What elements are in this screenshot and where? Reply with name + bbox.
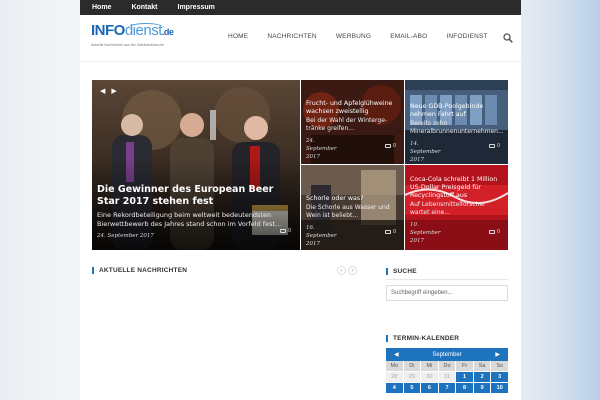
main-post-comment-count: 0 — [288, 228, 292, 234]
post-3-title[interactable]: Schorle oder was? — [306, 195, 400, 203]
comment-icon — [385, 230, 391, 234]
weekday-do: Do — [438, 361, 456, 371]
calendar-next-icon[interactable]: ▶ — [495, 351, 500, 358]
post-1-comments[interactable]: 0 — [385, 143, 396, 149]
news-next-button[interactable]: › — [348, 266, 357, 275]
post-4-title[interactable]: Coca-Cola schreibt 1 Million US-Dollar P… — [410, 176, 504, 200]
event-calendar: ◀ September ▶ Mo Di Mi Do Fr Sa So 28 29… — [386, 348, 508, 393]
nav-werbung[interactable]: WERBUNG — [336, 33, 371, 40]
page: Home Kontakt Impressum INFOdienst.de Akt… — [80, 0, 521, 400]
calendar-day[interactable]: 1 — [456, 372, 473, 382]
comment-icon — [280, 229, 286, 233]
nav-home[interactable]: HOME — [228, 33, 248, 40]
nav-email-abo[interactable]: EMAIL-ABO — [390, 33, 427, 40]
weekday-fr: Fr — [456, 361, 473, 371]
calendar-day[interactable]: 6 — [421, 383, 438, 393]
nav-infodienst[interactable]: INFODIENST — [446, 33, 487, 40]
post-3-date: 16. September 2017 — [306, 225, 337, 247]
comment-icon — [489, 144, 495, 148]
weekday-di: Di — [403, 361, 421, 371]
post-2-comments[interactable]: 0 — [489, 143, 500, 149]
post-3-comment-count: 0 — [393, 229, 397, 235]
slider-next-icon[interactable]: ▶ — [111, 87, 116, 95]
post-1-excerpt: Bei der Wahl der Winterge­tränke greifen… — [306, 117, 388, 132]
slider-prev-icon[interactable]: ◀ — [100, 87, 105, 95]
main-nav: HOME NACHRICHTEN WERBUNG EMAIL-ABO INFOD… — [228, 33, 507, 40]
section-title-calendar: TERMIN-KALENDER — [386, 335, 459, 342]
calendar-header: ◀ September ▶ — [386, 348, 508, 361]
calendar-day: 30 — [421, 372, 438, 382]
calendar-day[interactable]: 8 — [456, 383, 473, 393]
post-4-comment-count: 0 — [497, 229, 501, 235]
calendar-day[interactable]: 10 — [491, 383, 508, 393]
calendar-day[interactable]: 9 — [473, 383, 491, 393]
post-3-comments[interactable]: 0 — [385, 229, 396, 235]
main-post-title[interactable]: Die Gewinner des European Beer Star 2017… — [97, 184, 296, 208]
slider-arrows: ◀ ▶ — [100, 87, 117, 95]
calendar-day[interactable]: 3 — [491, 372, 508, 382]
post-2-date: 14. September 2017 — [410, 141, 441, 163]
logo-swoosh — [127, 23, 165, 34]
weekday-mi: Mi — [421, 361, 438, 371]
main-post-excerpt: Eine Rekordbeteiligung beim weltweit bed… — [97, 211, 282, 228]
slider-main-post[interactable]: ◀ ▶ Die Gewinner des European Beer Star … — [92, 80, 300, 250]
comment-icon — [489, 230, 495, 234]
logo-info: INFO — [91, 22, 125, 39]
logo-tagline: Aktuelle Nachrichten aus der Getränkebra… — [91, 43, 164, 47]
calendar-day: 31 — [438, 372, 456, 382]
calendar-day[interactable]: 4 — [386, 383, 403, 393]
slider-post-3[interactable]: Schorle oder was? Die Schorle aus Wasser… — [301, 165, 404, 250]
header: INFOdienst.de Aktuelle Nachrichten aus d… — [80, 15, 521, 62]
post-1-date: 24. September 2017 — [306, 138, 337, 160]
slider-post-4[interactable]: Coca-Cola schreibt 1 Million US-Dollar P… — [405, 165, 508, 250]
news-prev-button[interactable]: ‹ — [337, 266, 346, 275]
post-2-excerpt: Bereits zehn Mineralbrunnenunternehmen..… — [410, 120, 504, 135]
calendar-day[interactable]: 5 — [403, 383, 421, 393]
section-title-search: SUCHE — [386, 268, 417, 275]
calendar-month: September — [432, 351, 462, 358]
site-logo[interactable]: INFOdienst.de Aktuelle Nachrichten aus d… — [91, 22, 174, 53]
calendar-prev-icon[interactable]: ◀ — [394, 351, 399, 358]
main-post-comments[interactable]: 0 — [280, 228, 291, 234]
topbar-link-kontakt[interactable]: Kontakt — [131, 4, 157, 11]
calendar-day: 29 — [403, 372, 421, 382]
calendar-grid: Mo Di Mi Do Fr Sa So 28 29 30 31 1 2 3 4… — [386, 361, 508, 393]
search-divider — [386, 279, 508, 280]
post-1-title[interactable]: Frucht- und Apfelglühweine wachsen zweis… — [306, 100, 400, 116]
slider-post-1[interactable]: Frucht- und Apfelglühweine wachsen zweis… — [301, 80, 404, 164]
topbar-link-home[interactable]: Home — [92, 4, 111, 11]
news-pager: ‹ › — [337, 266, 357, 275]
post-3-excerpt: Die Schorle aus Wasser und Wein ist beli… — [306, 204, 390, 219]
post-1-comment-count: 0 — [393, 143, 397, 149]
post-2-comment-count: 0 — [497, 143, 501, 149]
post-4-comments[interactable]: 0 — [489, 229, 500, 235]
weekday-sa: Sa — [473, 361, 491, 371]
search-input[interactable]: Suchbegriff eingeben... — [386, 285, 508, 301]
top-bar: Home Kontakt Impressum — [80, 0, 521, 15]
post-4-excerpt: Auf Lebensmittelforscher wartet eine... — [410, 201, 486, 216]
weekday-so: So — [491, 361, 508, 371]
main-post-date: 24. September 2017 — [97, 233, 154, 239]
post-2-title[interactable]: Neue GDB-Poolgebinde nehmen Fahrt auf — [410, 103, 504, 119]
search-icon[interactable] — [503, 33, 513, 43]
calendar-day[interactable]: 7 — [438, 383, 456, 393]
section-title-news: AKTUELLE NACHRICHTEN — [92, 267, 187, 274]
slider-post-2[interactable]: Neue GDB-Poolgebinde nehmen Fahrt auf Be… — [405, 80, 508, 164]
weekday-mo: Mo — [386, 361, 403, 371]
nav-nachrichten[interactable]: NACHRICHTEN — [267, 33, 317, 40]
calendar-day: 28 — [386, 372, 403, 382]
comment-icon — [385, 144, 391, 148]
post-4-date: 10. September 2017 — [410, 222, 441, 244]
topbar-link-impressum[interactable]: Impressum — [178, 4, 215, 11]
calendar-day[interactable]: 2 — [473, 372, 491, 382]
featured-slider: ◀ ▶ Die Gewinner des European Beer Star … — [92, 80, 508, 250]
